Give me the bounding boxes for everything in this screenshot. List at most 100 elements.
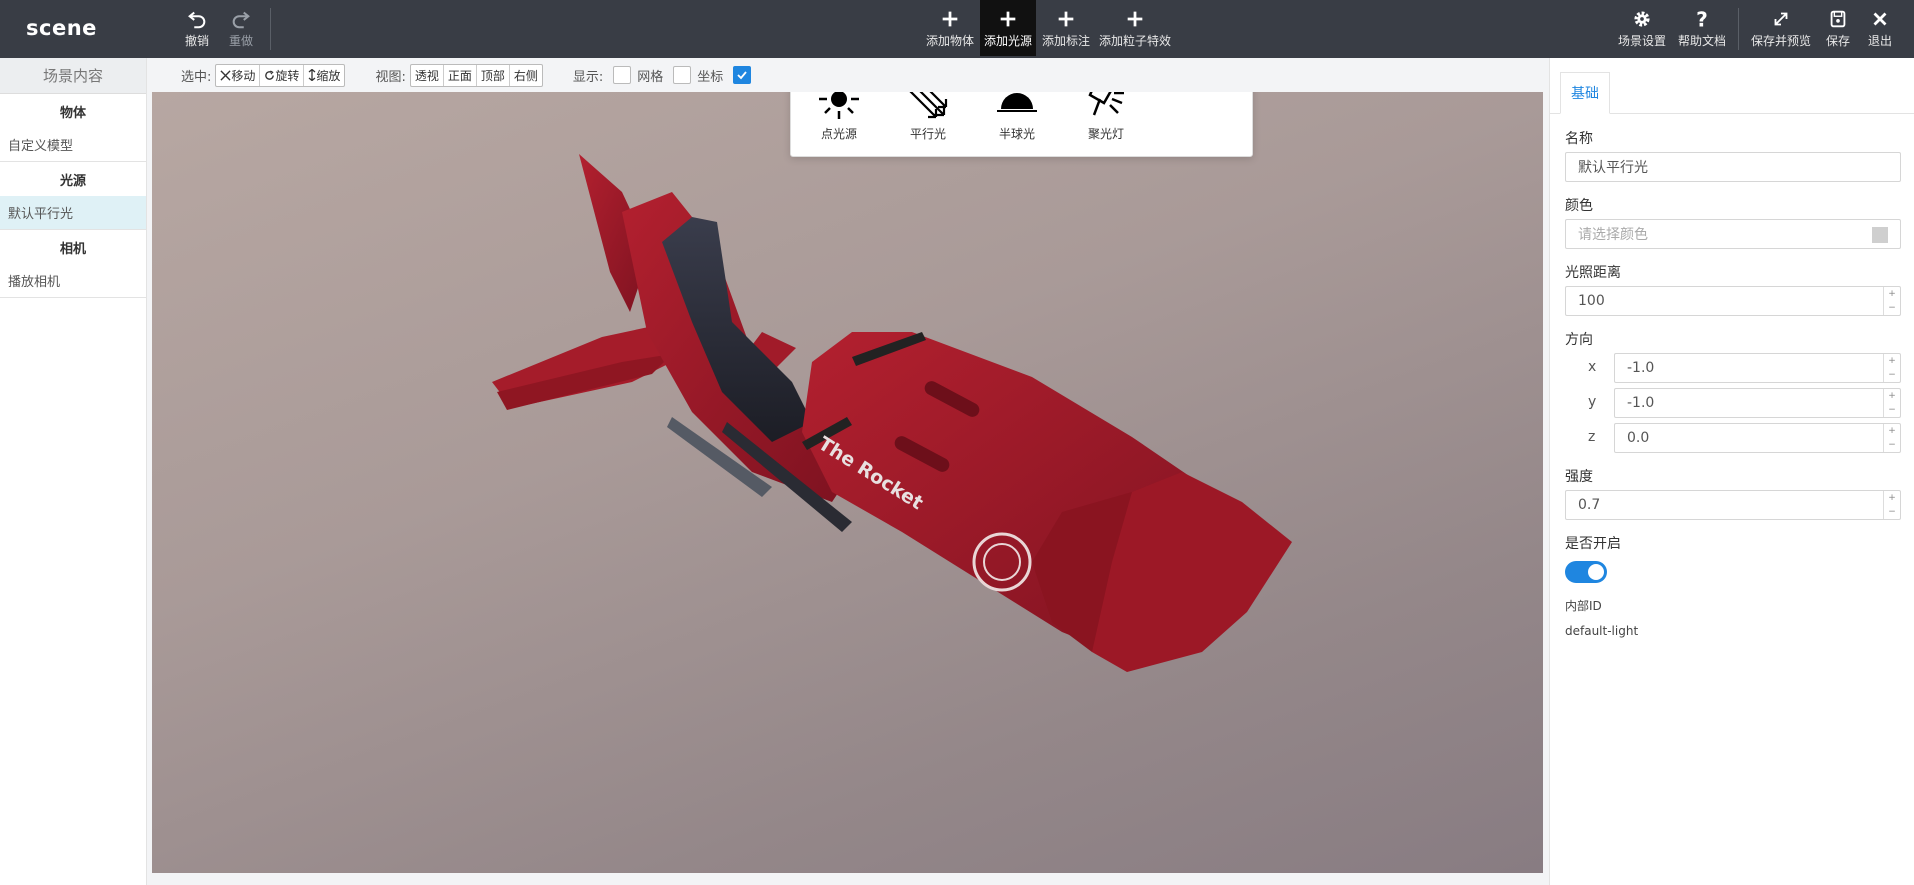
transform-mode-group: 移动 旋转 缩放	[215, 63, 346, 87]
direction-label: 方向	[1565, 332, 1593, 348]
close-icon	[1873, 12, 1887, 25]
expand-icon	[1774, 12, 1788, 25]
increment-icon[interactable]: +	[1884, 424, 1900, 438]
add-annotation-button[interactable]: 添加标注	[1040, 0, 1092, 56]
check-icon	[737, 71, 748, 80]
redo-button[interactable]: 重做	[222, 0, 260, 56]
increment-icon[interactable]: +	[1884, 491, 1900, 505]
light-menu-item-hemisphere[interactable]: 半球光	[979, 92, 1055, 142]
grid-checkbox[interactable]	[613, 66, 632, 84]
decrement-icon[interactable]: −	[1884, 368, 1900, 382]
save-button[interactable]: 保存	[1820, 0, 1856, 56]
name-field[interactable]: 默认平行光	[1565, 152, 1901, 182]
enabled-toggle[interactable]	[1565, 561, 1607, 583]
exit-button[interactable]: 退出	[1862, 0, 1898, 56]
intensity-input[interactable]: 0.7 + −	[1565, 490, 1901, 520]
svg-text:?: ?	[1696, 8, 1708, 30]
scene-content-sidebar: 场景内容 物体 自定义模型 光源 默认平行光 相机 播放相机	[0, 58, 147, 885]
color-label: 颜色	[1565, 198, 1593, 214]
help-docs-button[interactable]: ? 帮助文档	[1676, 0, 1728, 56]
extra-checkbox[interactable]	[733, 66, 752, 84]
sidebar-group-objects: 物体	[59, 105, 86, 121]
enabled-label: 是否开启	[1565, 536, 1621, 552]
plus-icon	[1000, 11, 1016, 26]
resize-vertical-icon	[309, 69, 316, 81]
direction-y-label: y	[1588, 394, 1597, 410]
add-particle-button[interactable]: 添加粒子特效	[1098, 0, 1172, 56]
scene-settings-button[interactable]: 场景设置	[1616, 0, 1668, 56]
directional-light-icon	[909, 92, 948, 119]
color-swatch[interactable]	[1872, 227, 1888, 243]
move-icon	[220, 69, 231, 81]
select-mode-label: 选中:	[181, 69, 212, 85]
view-front-button[interactable]: 正面	[444, 64, 477, 86]
sidebar-item-custom-model[interactable]: 自定义模型	[0, 128, 146, 162]
display-label: 显示:	[572, 69, 604, 85]
decrement-icon[interactable]: −	[1884, 438, 1900, 452]
rocket-model: The Rocket	[492, 154, 1292, 672]
internal-id-label: 内部ID	[1565, 599, 1602, 613]
decrement-icon[interactable]: −	[1884, 505, 1900, 519]
view-top-button[interactable]: 顶部	[477, 64, 510, 86]
sidebar-group-lights: 光源	[59, 173, 86, 189]
add-object-button[interactable]: 添加物体	[924, 0, 976, 56]
name-label: 名称	[1565, 131, 1593, 147]
intensity-stepper[interactable]: + −	[1883, 491, 1900, 519]
properties-tabs: 基础	[1550, 58, 1914, 114]
color-picker-field[interactable]: 请选择颜色	[1565, 219, 1901, 249]
axes-checkbox[interactable]	[673, 66, 692, 84]
properties-panel: 基础 名称 默认平行光 颜色 请选择颜色 光照距离 100 + − 方向 x -1…	[1549, 58, 1914, 885]
view-label: 视图:	[375, 69, 406, 85]
sidebar-title: 场景内容	[0, 58, 146, 94]
top-bar: scene 撤销 重做 添加物体 添加光源 添加标注 添加粒子特效 场景设置 ?…	[0, 0, 1914, 58]
increment-icon[interactable]: +	[1884, 354, 1900, 368]
increment-icon[interactable]: +	[1884, 287, 1900, 301]
sun-icon	[819, 92, 859, 119]
direction-y-stepper[interactable]: + −	[1883, 389, 1900, 417]
distance-input[interactable]: 100 + −	[1565, 286, 1901, 316]
direction-x-stepper[interactable]: + −	[1883, 354, 1900, 382]
undo-icon	[188, 11, 206, 28]
save-preview-button[interactable]: 保存并预览	[1748, 0, 1814, 56]
decrement-icon[interactable]: −	[1884, 403, 1900, 417]
gear-icon	[1634, 10, 1650, 27]
3d-viewport[interactable]: The Rocket 点光源 平行光 半球光 聚光灯	[152, 92, 1543, 873]
decrement-icon[interactable]: −	[1884, 301, 1900, 315]
increment-icon[interactable]: +	[1884, 389, 1900, 403]
scale-button[interactable]: 缩放	[304, 65, 344, 86]
distance-stepper[interactable]: + −	[1883, 287, 1900, 315]
question-icon: ?	[1696, 8, 1708, 30]
redo-icon	[232, 11, 250, 28]
sidebar-item-default-light[interactable]: 默认平行光	[0, 196, 146, 230]
axes-label: 坐标	[697, 69, 724, 85]
view-right-button[interactable]: 右侧	[510, 65, 542, 86]
direction-x-label: x	[1588, 359, 1597, 375]
rotate-icon	[265, 69, 275, 80]
light-menu-item-point[interactable]: 点光源	[801, 92, 877, 142]
light-menu-item-directional[interactable]: 平行光	[890, 92, 966, 142]
toolbar-divider	[270, 8, 271, 50]
view-perspective-button[interactable]: 透视	[411, 64, 444, 86]
direction-y-input[interactable]: -1.0 + −	[1614, 388, 1901, 418]
save-icon	[1830, 10, 1846, 27]
viewport-toolbar: 选中: 移动 旋转 缩放 视图: 透视 正面 顶部 右侧 显示: 网格 坐标	[147, 58, 1547, 92]
sidebar-item-play-camera[interactable]: 播放相机	[0, 264, 146, 298]
direction-z-input[interactable]: 0.0 + −	[1614, 423, 1901, 453]
distance-label: 光照距离	[1565, 265, 1621, 281]
toolbar-divider	[1738, 8, 1739, 50]
intensity-label: 强度	[1565, 469, 1593, 485]
light-menu-item-spot[interactable]: 聚光灯	[1068, 92, 1144, 142]
app-logo: scene	[26, 16, 97, 40]
rotate-button[interactable]: 旋转	[260, 64, 305, 86]
sidebar-group-cameras: 相机	[59, 241, 86, 257]
view-mode-group: 透视 正面 顶部 右侧	[409, 63, 543, 87]
direction-x-input[interactable]: -1.0 + −	[1614, 353, 1901, 383]
add-light-button[interactable]: 添加光源	[980, 0, 1036, 56]
grid-label: 网格	[637, 69, 664, 85]
hemisphere-light-icon	[997, 93, 1037, 112]
plus-icon	[1058, 11, 1074, 26]
tab-basic[interactable]: 基础	[1560, 72, 1610, 114]
direction-z-stepper[interactable]: + −	[1883, 424, 1900, 452]
undo-button[interactable]: 撤销	[178, 0, 216, 56]
move-button[interactable]: 移动	[216, 64, 261, 86]
